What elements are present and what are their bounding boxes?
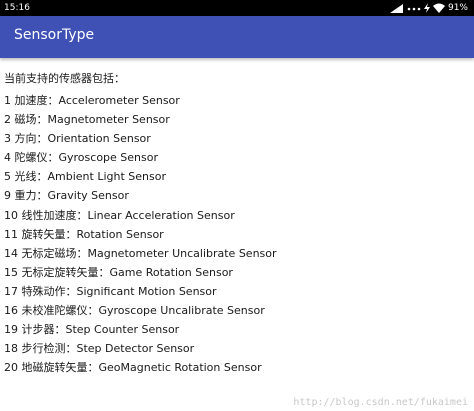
sensor-item: 17 特殊动作：Significant Motion Sensor bbox=[4, 284, 217, 298]
app-bar: SensorType bbox=[0, 16, 474, 58]
sensor-item: 3 方向：Orientation Sensor bbox=[4, 132, 151, 146]
status-icons: 91% bbox=[389, 0, 468, 16]
sensor-item: 2 磁场：Magnetometer Sensor bbox=[4, 113, 170, 127]
sensor-item: 10 线性加速度：Linear Acceleration Sensor bbox=[4, 208, 235, 222]
sensor-item: 11 旋转矢量：Rotation Sensor bbox=[4, 227, 164, 241]
wifi-icon bbox=[432, 3, 445, 13]
sensor-item: 1 加速度：Accelerometer Sensor bbox=[4, 94, 180, 107]
sensor-item: 15 无标定旋转矢量：Game Rotation Sensor bbox=[4, 265, 233, 279]
status-bar: 15:16 91% bbox=[0, 0, 474, 16]
sensor-item: 5 光线：Ambient Light Sensor bbox=[4, 170, 166, 184]
status-time: 15:16 bbox=[4, 3, 30, 13]
sensor-item: 18 步行检测：Step Detector Sensor bbox=[4, 342, 195, 356]
sensor-item: 16 未校准陀螺仪：Gyroscope Uncalibrate Sensor bbox=[4, 304, 265, 318]
content-area: 当前支持的传感器包括： 1 加速度：Accelerometer Sensor 2… bbox=[4, 72, 470, 377]
dots-icon bbox=[407, 4, 421, 13]
sensor-item: 9 重力：Gravity Sensor bbox=[4, 189, 129, 203]
signal-icon bbox=[389, 3, 404, 13]
sensor-item: 14 无标定磁场：Magnetometer Uncalibrate Sensor bbox=[4, 246, 277, 260]
sensor-item: 4 陀螺仪：Gyroscope Sensor bbox=[4, 151, 158, 165]
battery-percent: 91% bbox=[447, 3, 468, 13]
intro-text: 当前支持的传感器包括： bbox=[4, 72, 125, 85]
sensor-item: 19 计步器：Step Counter Sensor bbox=[4, 323, 180, 337]
sensor-list: 1 加速度：Accelerometer Sensor 2 磁场：Magnetom… bbox=[4, 91, 470, 377]
watermark: http://blog.csdn.net/fukaimei bbox=[293, 397, 468, 408]
bolt-icon bbox=[423, 3, 430, 13]
app-title: SensorType bbox=[14, 27, 95, 43]
sensor-item: 20 地磁旋转矢量：GeoMagnetic Rotation Sensor bbox=[4, 361, 262, 375]
